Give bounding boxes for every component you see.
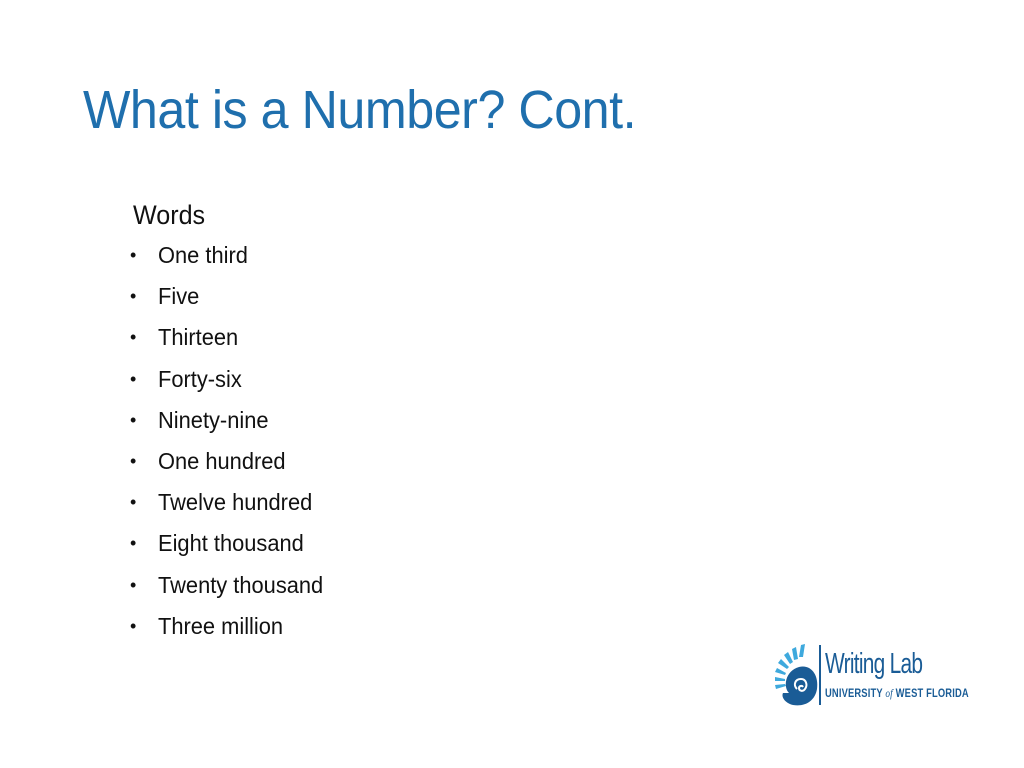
- list-item: • Ninety-nine: [130, 406, 269, 433]
- logo-name: Writing Lab: [825, 648, 923, 680]
- list-item: • One hundred: [130, 447, 286, 474]
- bullet-icon: •: [130, 615, 137, 636]
- logo-divider: [819, 645, 821, 705]
- slide-title: What is a Number? Cont.: [83, 80, 637, 140]
- logo-subtitle: UNIVERSITY of WEST FLORIDA: [825, 686, 969, 700]
- list-heading: Words: [133, 200, 206, 230]
- bullet-icon: •: [130, 574, 137, 595]
- nautilus-shell-icon: [775, 644, 818, 706]
- bullet-icon: •: [130, 409, 137, 430]
- list-item: • Forty-six: [130, 365, 242, 392]
- bullet-icon: •: [130, 368, 137, 389]
- writing-lab-logo: Writing Lab UNIVERSITY of WEST FLORIDA: [775, 643, 969, 709]
- word-list: • One third • Five • Thirteen • Forty-six • N…: [130, 240, 332, 652]
- bullet-icon: •: [130, 450, 137, 471]
- list-item: • Five: [130, 283, 200, 310]
- slide-content: Words • One third • Five • Thirteen • Forty-…: [130, 196, 332, 652]
- list-item: • Thirteen: [130, 324, 239, 351]
- bullet-icon: •: [130, 492, 137, 513]
- list-item: • Twenty thousand: [130, 571, 324, 598]
- bullet-icon: •: [130, 327, 137, 348]
- bullet-icon: •: [130, 533, 137, 554]
- bullet-icon: •: [130, 245, 137, 265]
- bullet-icon: •: [130, 286, 137, 307]
- list-item: • Eight thousand: [130, 530, 304, 557]
- list-item: • One third: [130, 242, 248, 268]
- list-item: • Three million: [130, 612, 284, 639]
- list-item: • Twelve hundred: [130, 489, 313, 516]
